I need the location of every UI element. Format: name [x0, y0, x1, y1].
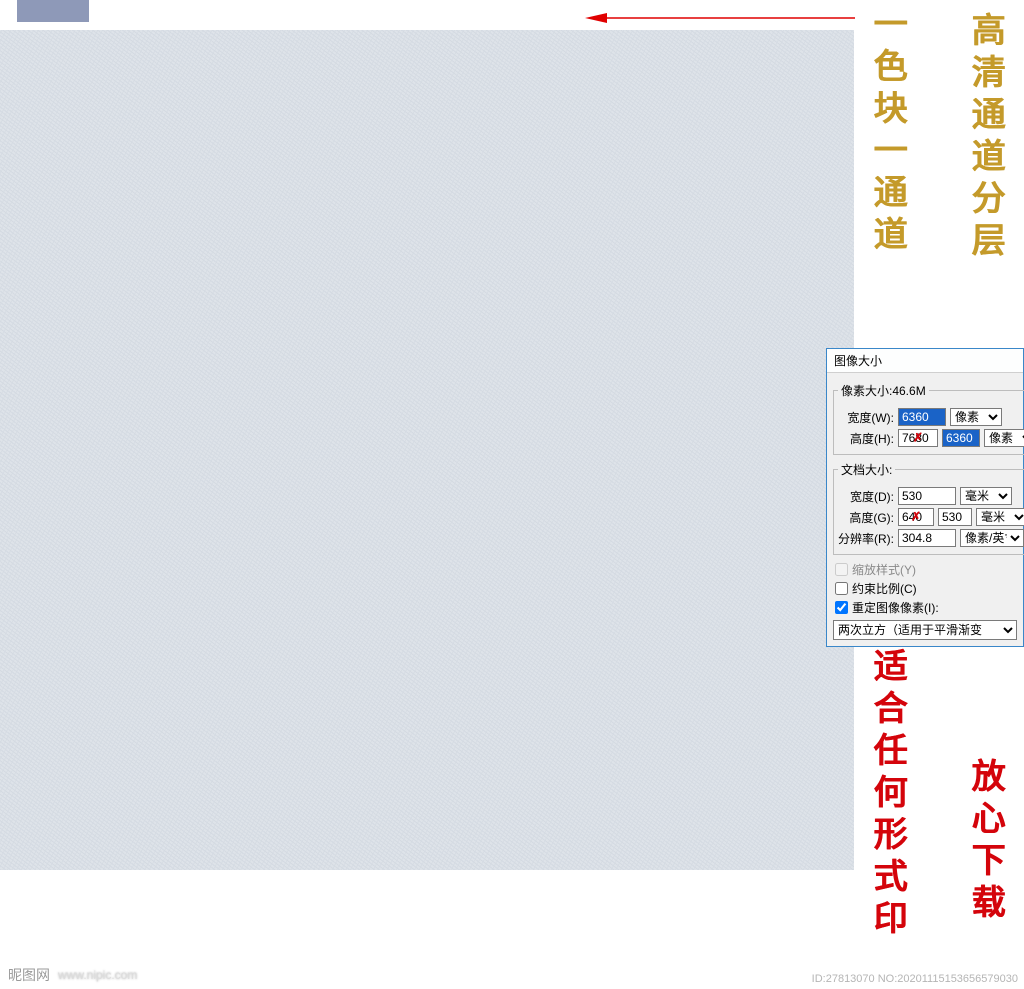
- annotation-left-bottom: 适合任何形式印: [862, 648, 911, 942]
- scale-styles-box: [835, 563, 848, 576]
- doc-width-input[interactable]: [898, 487, 956, 505]
- pixel-height-input[interactable]: [942, 429, 980, 447]
- doc-height-input[interactable]: [938, 508, 972, 526]
- doc-height-old: [898, 508, 934, 526]
- watermark-site-cn: 昵图网: [8, 965, 50, 985]
- constrain-proportions-checkbox[interactable]: 约束比例(C): [835, 580, 1015, 597]
- annotation-right-bottom: 放心下载: [960, 758, 1009, 926]
- pixel-width-label: 宽度(W):: [838, 409, 894, 426]
- watermark-site-en: www.nipic.com: [58, 968, 137, 982]
- resolution-unit[interactable]: 像素/英寸: [960, 529, 1024, 547]
- image-size-dialog: 图像大小 像素大小:46.6M 宽度(W): 像素 高度(H): ✗ 像素: [826, 348, 1024, 647]
- resample-checkbox[interactable]: 重定图像像素(I):: [835, 599, 1015, 616]
- annotation-right-top: 高清通道分层: [960, 12, 1009, 264]
- annotation-left-top: 一色块一通道: [862, 6, 911, 258]
- arrow-left-icon: [585, 12, 855, 24]
- resolution-input[interactable]: [898, 529, 956, 547]
- pixel-dimensions-group: 像素大小:46.6M 宽度(W): 像素 高度(H): ✗ 像素: [833, 382, 1024, 455]
- pixel-legend: 像素大小:46.6M: [838, 382, 929, 399]
- pixel-width-unit[interactable]: 像素: [950, 408, 1002, 426]
- constrain-label: 约束比例(C): [852, 580, 917, 597]
- doc-width-label: 宽度(D):: [838, 488, 894, 505]
- scale-styles-checkbox: 缩放样式(Y): [835, 561, 1015, 578]
- dialog-title: 图像大小: [827, 349, 1023, 373]
- resample-label: 重定图像像素(I):: [852, 599, 939, 616]
- doc-width-unit[interactable]: 毫米: [960, 487, 1012, 505]
- pixel-height-old: [898, 429, 938, 447]
- document-size-group: 文档大小: 宽度(D): 毫米 高度(G): ✗ 毫米: [833, 461, 1024, 555]
- pixel-height-unit[interactable]: 像素: [984, 429, 1024, 447]
- pixel-height-label: 高度(H):: [838, 430, 894, 447]
- doc-legend: 文档大小:: [838, 461, 895, 478]
- watermark-left: 昵图网 www.nipic.com: [8, 965, 137, 985]
- pixel-width-input[interactable]: [898, 408, 946, 426]
- resolution-label: 分辨率(R):: [838, 530, 894, 547]
- scale-styles-label: 缩放样式(Y): [852, 561, 916, 578]
- resample-box[interactable]: [835, 601, 848, 614]
- color-swatch: [17, 0, 89, 22]
- resample-method-select[interactable]: 两次立方（适用于平滑渐变: [833, 620, 1017, 640]
- constrain-box[interactable]: [835, 582, 848, 595]
- doc-height-unit[interactable]: 毫米: [976, 508, 1024, 526]
- watermark-id: ID:27813070 NO:20201115153656579030: [812, 973, 1018, 985]
- doc-height-label: 高度(G):: [838, 509, 894, 526]
- canvas-preview: [0, 30, 854, 870]
